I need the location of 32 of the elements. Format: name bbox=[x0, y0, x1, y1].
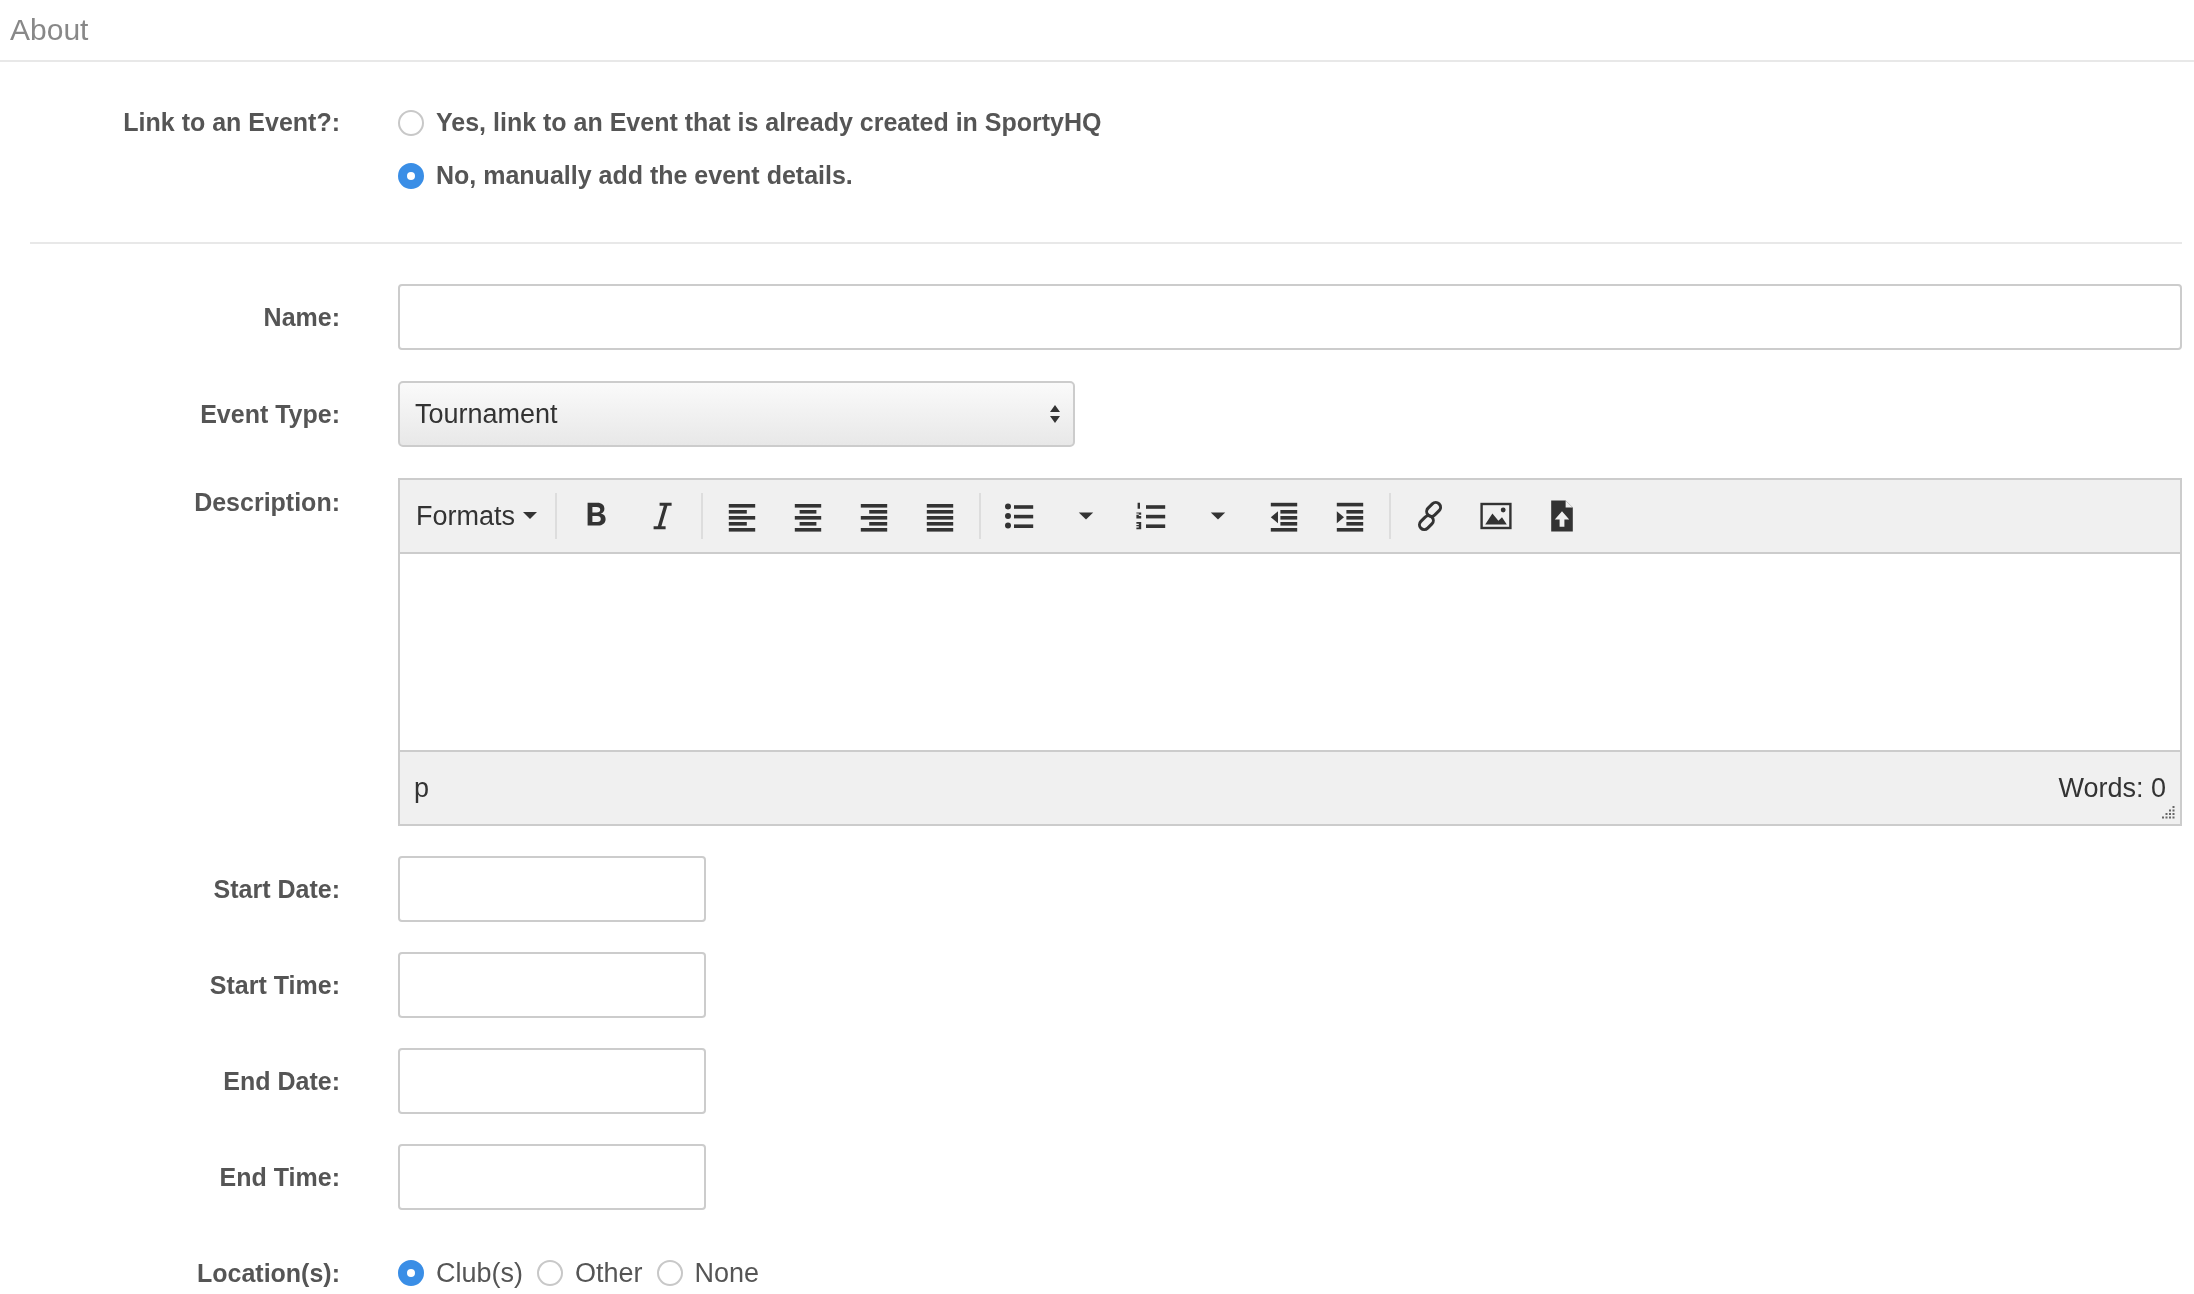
formats-dropdown[interactable]: Formats bbox=[412, 491, 549, 541]
name-input[interactable] bbox=[398, 284, 2182, 350]
field-label: Location(s): bbox=[195, 1258, 340, 1289]
radio-button[interactable] bbox=[398, 162, 424, 189]
radio-label[interactable]: None bbox=[694, 1257, 760, 1289]
resize-grip-icon bbox=[2162, 806, 2176, 820]
section-title: About bbox=[10, 13, 89, 47]
element-path[interactable]: p bbox=[414, 772, 430, 804]
radio-label[interactable]: Yes, link to an Event that is already created in SportyHQ bbox=[436, 108, 1102, 137]
text-input[interactable] bbox=[398, 856, 706, 922]
field-label: Description: bbox=[193, 487, 340, 518]
field-label: End Date: bbox=[222, 1066, 340, 1097]
field-label: Name: bbox=[262, 302, 340, 333]
updown-icon bbox=[1049, 403, 1061, 425]
field-label: Event Type: bbox=[199, 399, 340, 430]
word-count: Words: 0 bbox=[2058, 772, 2166, 804]
field-label: Start Time: bbox=[208, 970, 340, 1001]
radio-label[interactable]: Other bbox=[575, 1257, 643, 1289]
text-input[interactable] bbox=[398, 1048, 706, 1114]
text-input[interactable] bbox=[398, 1144, 706, 1210]
radio-label[interactable]: Club(s) bbox=[436, 1257, 523, 1289]
field-label: End Time: bbox=[218, 1162, 340, 1193]
radio-button[interactable] bbox=[537, 1260, 563, 1286]
radio-button[interactable] bbox=[656, 1260, 683, 1286]
radio-button[interactable] bbox=[398, 109, 424, 136]
text-input[interactable] bbox=[398, 952, 706, 1018]
field-label: Link to an Event?: bbox=[122, 107, 340, 138]
caret-icon bbox=[523, 512, 537, 520]
radio-button[interactable] bbox=[398, 1260, 424, 1286]
field-label: Start Date: bbox=[212, 874, 340, 905]
radio-label[interactable]: No, manually add the event details. bbox=[436, 161, 853, 190]
event-type-select[interactable]: Tournament bbox=[398, 381, 1075, 447]
